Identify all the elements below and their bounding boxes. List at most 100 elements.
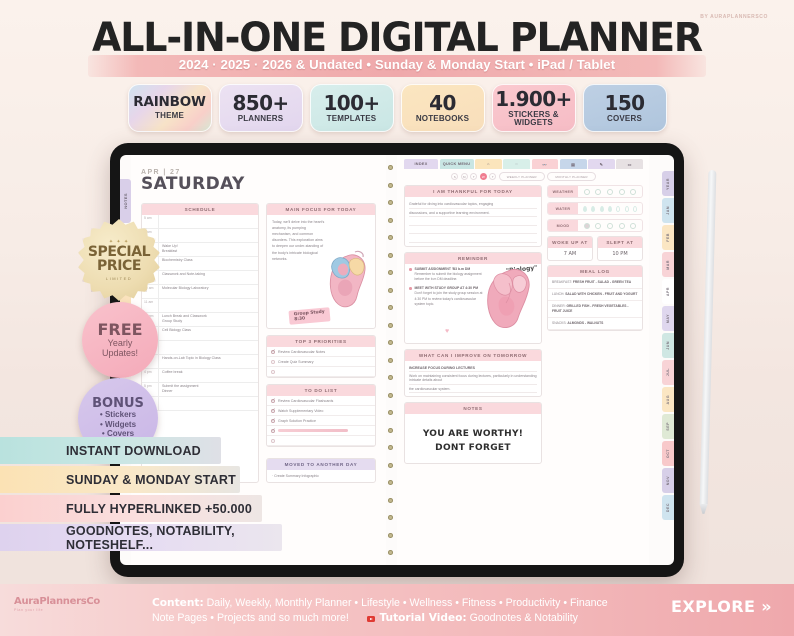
meal-row[interactable]: SNACKS: ALMONDS - WALNUTS [548,318,642,330]
schedule-row[interactable]: 7 amWake Up!Breakfast [142,243,258,257]
schedule-row[interactable]: 8 amBiochemistry Class [142,257,258,271]
mood-face-icon[interactable] [606,222,613,229]
rain-icon[interactable] [618,188,625,195]
checklist-item[interactable]: Create Quiz Summary [267,357,375,367]
feature-pill-covers[interactable]: 150 COVERS [582,84,667,132]
month-tab-jun[interactable]: JUN [662,333,674,358]
mood-icons[interactable] [578,222,642,229]
explore-button[interactable]: EXPLORE » [671,597,772,616]
mood-face-icon[interactable] [583,222,590,229]
thankful-line[interactable]: Grateful for diving into cardiovascular … [409,200,537,209]
schedule-entries[interactable] [159,341,258,354]
checkbox[interactable] [271,369,275,374]
sidebar-item-notes[interactable]: NOTES [120,179,131,223]
water-drop-icon[interactable] [616,205,621,212]
schedule-entries[interactable]: Cell Biology Class [159,327,258,340]
schedule-entries[interactable] [159,397,258,410]
feature-pill-rainbow[interactable]: RAINBOW THEME [127,84,212,132]
month-tab-dec[interactable]: DEC [662,495,674,520]
free-updates-badge[interactable]: FREE Yearly Updates! [82,302,158,378]
thankful-line[interactable] [409,217,537,226]
thankful-line[interactable]: discussions, and a supportive learning e… [409,209,537,217]
water-drops[interactable] [578,205,642,212]
feature-pill-templates[interactable]: 100+ TEMPLATES [309,84,394,132]
schedule-entries[interactable] [159,299,258,312]
schedule-entries[interactable]: Classwork and Note-taking [159,271,258,284]
schedule-row[interactable]: 5 am [142,215,258,229]
meal-row[interactable]: BREAKFAST: FRESH FRUIT - SALAD - GREEN T… [548,277,642,289]
nav-pill-monthly-planner[interactable]: MONTHLY PLANNER [547,172,596,181]
checklist-item[interactable]: Graph Solution Practice [267,416,375,426]
checklist-item[interactable] [267,426,375,436]
cloud-icon[interactable] [606,188,613,195]
schedule-row[interactable]: 9 amClasswork and Note-taking [142,271,258,285]
feature-pill-notebooks[interactable]: 40 NOTEBOOKS [400,84,485,132]
month-tab-year[interactable]: YEAR [662,171,674,196]
checklist-item[interactable]: Review Cardiovascular Notes [267,347,375,357]
sun-icon[interactable] [583,188,590,195]
month-tab-apr[interactable]: APR [662,279,674,304]
schedule-row[interactable]: 4 pm Coffee break [142,369,258,383]
month-tab-may[interactable]: MAY [662,306,674,331]
day-circle-m[interactable]: M [460,173,468,180]
water-drop-icon[interactable] [607,205,612,212]
nav-pill-weekly-planner[interactable]: WEEKLY PLANNER [498,172,545,181]
month-tab-jul[interactable]: JUL [662,360,674,385]
schedule-entries[interactable]: Hands-on-Lab Topic in Biology Class [159,355,258,368]
checkbox[interactable] [271,407,275,413]
month-tab-nov[interactable]: NOV [662,468,674,493]
checkbox[interactable] [271,397,275,403]
schedule-row[interactable]: 3 pmHands-on-Lab Topic in Biology Class [142,355,258,369]
checkbox[interactable] [271,359,275,364]
schedule-entries[interactable]: Biochemistry Class [159,257,258,270]
water-drop-icon[interactable] [624,205,629,212]
schedule-entries[interactable]: Submit the assignment Dinner [159,383,258,396]
schedule-row[interactable]: 6 pm [142,397,258,411]
tab-calendar-icon[interactable]: ▭ [616,159,643,169]
checklist-item[interactable] [267,367,375,377]
weather-strip[interactable]: WEATHER [547,185,643,198]
thankful-line[interactable] [409,226,537,234]
meal-row[interactable]: LUNCH: SALAD WITH CHICKEN - FRUIT AND YO… [548,289,642,301]
checkbox[interactable] [271,417,275,423]
mood-face-icon[interactable] [595,222,602,229]
mood-face-icon[interactable] [630,222,637,229]
tab-book-icon[interactable]: ▤ [559,159,587,169]
thankful-lines[interactable]: Grateful for diving into cardiovascular … [405,197,541,246]
month-tab-aug[interactable]: AUG [662,387,674,412]
storm-icon[interactable] [630,188,637,195]
water-drop-icon[interactable] [591,205,596,212]
schedule-row[interactable]: 12 pmLunch Break and ClassworkGroup Stud… [142,313,258,327]
mood-face-icon[interactable] [618,222,625,229]
month-tab-sep[interactable]: SEP [662,414,674,439]
tab-glasses-icon[interactable]: 👓 [531,159,559,169]
schedule-row[interactable]: 10 am Molecular Biology Laboratory [142,285,258,299]
month-tab-jan[interactable]: JAN [662,198,674,223]
brand-logo[interactable]: AuraPlannersCo Plan your life [14,596,134,626]
month-tab-oct[interactable]: OCT [662,441,674,466]
day-circle-t[interactable]: T [489,173,497,180]
schedule-entries[interactable]: Lunch Break and Classwork Group Study [159,313,258,326]
day-circle-t[interactable]: T [470,173,478,180]
schedule-entries[interactable] [159,229,258,242]
schedule-row[interactable]: 6 am [142,229,258,243]
partly-cloudy-icon[interactable] [595,188,602,195]
schedule-row[interactable]: 1 pmCell Biology Class [142,327,258,341]
tab-index[interactable]: INDEX [404,159,438,169]
tab-home-icon[interactable]: ⌂ [475,159,502,169]
schedule-row[interactable]: 5 pm Submit the assignment Dinner [142,383,258,397]
checklist-item[interactable] [267,436,375,446]
tab-pen-icon[interactable]: ✎ [588,159,615,169]
checkbox[interactable] [271,348,275,354]
schedule-entries[interactable] [159,215,258,228]
day-circle-w[interactable]: W [479,173,487,180]
tab-quick-menu[interactable]: QUICK MENU [439,159,474,169]
water-drop-icon[interactable] [583,205,588,212]
day-circle-s[interactable]: S [451,173,459,180]
schedule-entries[interactable]: Molecular Biology Laboratory [159,285,258,298]
checkbox[interactable] [271,438,275,443]
meal-row[interactable]: DINNER: GRILLED FISH - FRESH VEGETABLES … [548,301,642,318]
schedule-entries[interactable]: Coffee break [159,369,258,382]
month-tab-mar[interactable]: MAR [662,252,674,277]
mood-strip[interactable]: MOOD [547,219,643,232]
